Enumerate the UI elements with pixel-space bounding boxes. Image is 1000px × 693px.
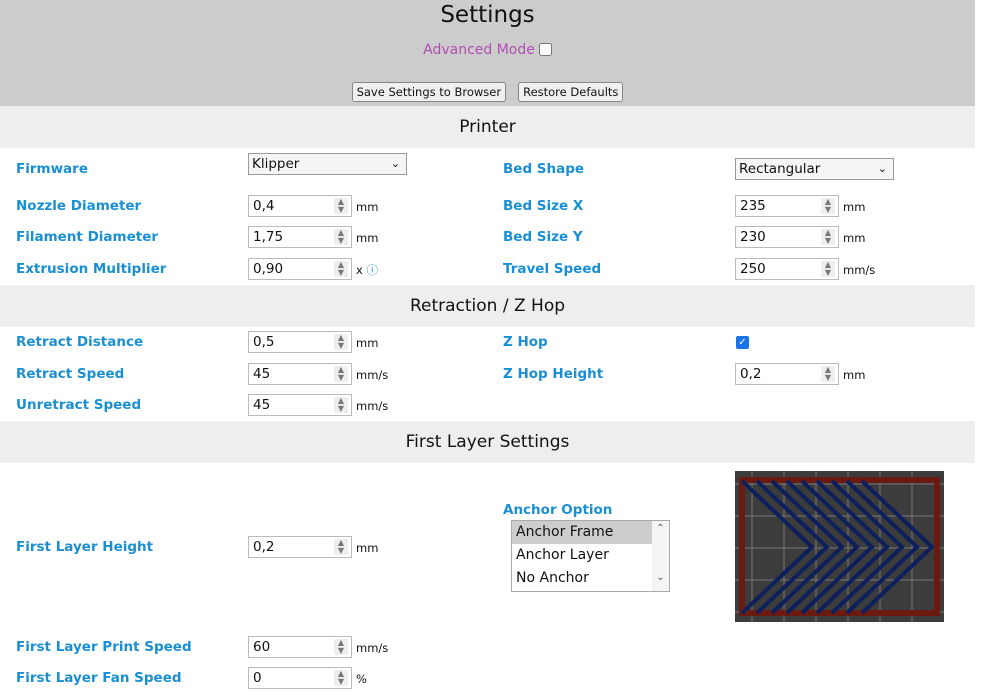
extrusion-unit: x ⓘ: [356, 262, 378, 278]
first-layer-print-speed-unit: mm/s: [356, 641, 389, 655]
travel-speed-label: Travel Speed: [503, 261, 602, 277]
info-icon[interactable]: ⓘ: [366, 263, 378, 277]
bed-size-x-input[interactable]: 235 ▲ ▼: [735, 195, 839, 217]
anchor-option-item[interactable]: No Anchor: [512, 567, 652, 590]
unretract-speed-value: 45: [253, 397, 271, 413]
anchor-option-listbox[interactable]: Anchor Frame Anchor Layer No Anchor ⌃ ⌄: [511, 520, 670, 592]
section-printer: Printer: [0, 106, 975, 148]
settings-header: Settings Advanced Mode Save Settings to …: [0, 0, 975, 106]
travel-speed-value: 250: [740, 261, 766, 277]
restore-defaults-button[interactable]: Restore Defaults: [518, 82, 624, 102]
first-layer-print-speed-value: 60: [253, 639, 271, 655]
firmware-label: Firmware: [16, 161, 88, 177]
z-hop-height-label: Z Hop Height: [503, 366, 604, 382]
first-layer-print-speed-input[interactable]: 60 ▲ ▼: [248, 636, 352, 658]
firmware-select[interactable]: Klipper ⌄: [248, 153, 407, 175]
extrusion-multiplier-value: 0,90: [253, 261, 284, 277]
z-hop-checkbox[interactable]: ✓: [736, 336, 749, 349]
anchor-option-item[interactable]: Anchor Layer: [512, 544, 652, 567]
spinner-icon[interactable]: ▲ ▼: [334, 366, 348, 382]
bed-shape-select[interactable]: Rectangular ⌄: [735, 158, 894, 180]
travel-speed-input[interactable]: 250 ▲ ▼: [735, 258, 839, 280]
z-hop-height-value: 0,2: [740, 366, 762, 382]
spinner-icon[interactable]: ▲ ▼: [334, 261, 348, 277]
retract-speed-label: Retract Speed: [16, 366, 125, 382]
bed-shape-value: Rectangular: [739, 161, 821, 177]
bed-x-unit: mm: [843, 200, 866, 214]
nozzle-unit: mm: [356, 200, 379, 214]
first-layer-height-label: First Layer Height: [16, 539, 154, 555]
first-layer-height-unit: mm: [356, 541, 379, 555]
retract-distance-value: 0,5: [253, 334, 275, 350]
first-layer-height-input[interactable]: 0,2 ▲ ▼: [248, 536, 352, 558]
bed-y-unit: mm: [843, 231, 866, 245]
retract-distance-label: Retract Distance: [16, 334, 144, 350]
extrusion-unit-text: x: [356, 263, 363, 277]
bed-size-y-label: Bed Size Y: [503, 229, 583, 245]
extrusion-multiplier-label: Extrusion Multiplier: [16, 261, 167, 277]
spinner-icon[interactable]: ▲ ▼: [334, 639, 348, 655]
retract-distance-input[interactable]: 0,5 ▲ ▼: [248, 331, 352, 353]
bed-size-x-value: 235: [740, 198, 766, 214]
filament-diameter-value: 1,75: [253, 229, 284, 245]
spinner-icon[interactable]: ▲ ▼: [334, 229, 348, 245]
unretract-speed-input[interactable]: 45 ▲ ▼: [248, 394, 352, 416]
section-retraction: Retraction / Z Hop: [0, 285, 975, 327]
section-first-layer: First Layer Settings: [0, 421, 975, 463]
chevron-down-icon: ⌄: [656, 572, 665, 583]
spinner-icon[interactable]: ▲ ▼: [334, 670, 348, 686]
retract-distance-unit: mm: [356, 336, 379, 350]
spinner-icon[interactable]: ▲ ▼: [821, 229, 835, 245]
retract-speed-unit: mm/s: [356, 368, 389, 382]
anchor-option-label: Anchor Option: [503, 502, 613, 518]
first-layer-fan-speed-label: First Layer Fan Speed: [16, 670, 182, 686]
nozzle-diameter-input[interactable]: 0,4 ▲ ▼: [248, 195, 352, 217]
firmware-value: Klipper: [252, 156, 300, 172]
filament-unit: mm: [356, 231, 379, 245]
filament-diameter-label: Filament Diameter: [16, 229, 159, 245]
spinner-icon[interactable]: ▲ ▼: [821, 366, 835, 382]
page-title: Settings: [440, 2, 535, 28]
travel-unit: mm/s: [843, 263, 876, 277]
anchor-option-item[interactable]: Anchor Frame: [512, 521, 652, 544]
chevron-up-icon: ⌃: [656, 523, 665, 534]
first-layer-fan-speed-value: 0: [253, 670, 262, 686]
bed-shape-label: Bed Shape: [503, 161, 585, 177]
bed-size-x-label: Bed Size X: [503, 198, 584, 214]
first-layer-fan-speed-unit: %: [356, 672, 367, 686]
z-hop-height-input[interactable]: 0,2 ▲ ▼: [735, 363, 839, 385]
spinner-icon[interactable]: ▲ ▼: [334, 539, 348, 555]
z-hop-height-unit: mm: [843, 368, 866, 382]
advanced-mode: Advanced Mode: [0, 42, 975, 58]
anchor-preview-image: [735, 471, 944, 622]
save-settings-button[interactable]: Save Settings to Browser: [351, 82, 507, 102]
retract-speed-input[interactable]: 45 ▲ ▼: [248, 363, 352, 385]
bed-size-y-input[interactable]: 230 ▲ ▼: [735, 226, 839, 248]
unretract-speed-unit: mm/s: [356, 399, 389, 413]
z-hop-label: Z Hop: [503, 334, 548, 350]
chevron-down-icon: ⌄: [877, 162, 887, 175]
first-layer-fan-speed-input[interactable]: 0 ▲ ▼: [248, 667, 352, 689]
chevron-down-icon: ⌄: [390, 157, 400, 170]
nozzle-diameter-value: 0,4: [253, 198, 275, 214]
advanced-mode-label: Advanced Mode: [423, 42, 535, 58]
spinner-icon[interactable]: ▲ ▼: [821, 261, 835, 277]
retract-speed-value: 45: [253, 366, 271, 382]
unretract-speed-label: Unretract Speed: [16, 397, 142, 413]
spinner-icon[interactable]: ▲ ▼: [334, 198, 348, 214]
extrusion-multiplier-input[interactable]: 0,90 ▲ ▼: [248, 258, 352, 280]
bed-size-y-value: 230: [740, 229, 766, 245]
spinner-icon[interactable]: ▲ ▼: [334, 334, 348, 350]
listbox-scrollbar[interactable]: ⌃ ⌄: [652, 521, 669, 591]
nozzle-diameter-label: Nozzle Diameter: [16, 198, 142, 214]
first-layer-print-speed-label: First Layer Print Speed: [16, 639, 192, 655]
spinner-icon[interactable]: ▲ ▼: [821, 198, 835, 214]
advanced-mode-checkbox[interactable]: [538, 43, 552, 56]
first-layer-height-value: 0,2: [253, 539, 275, 555]
spinner-icon[interactable]: ▲ ▼: [334, 397, 348, 413]
filament-diameter-input[interactable]: 1,75 ▲ ▼: [248, 226, 352, 248]
